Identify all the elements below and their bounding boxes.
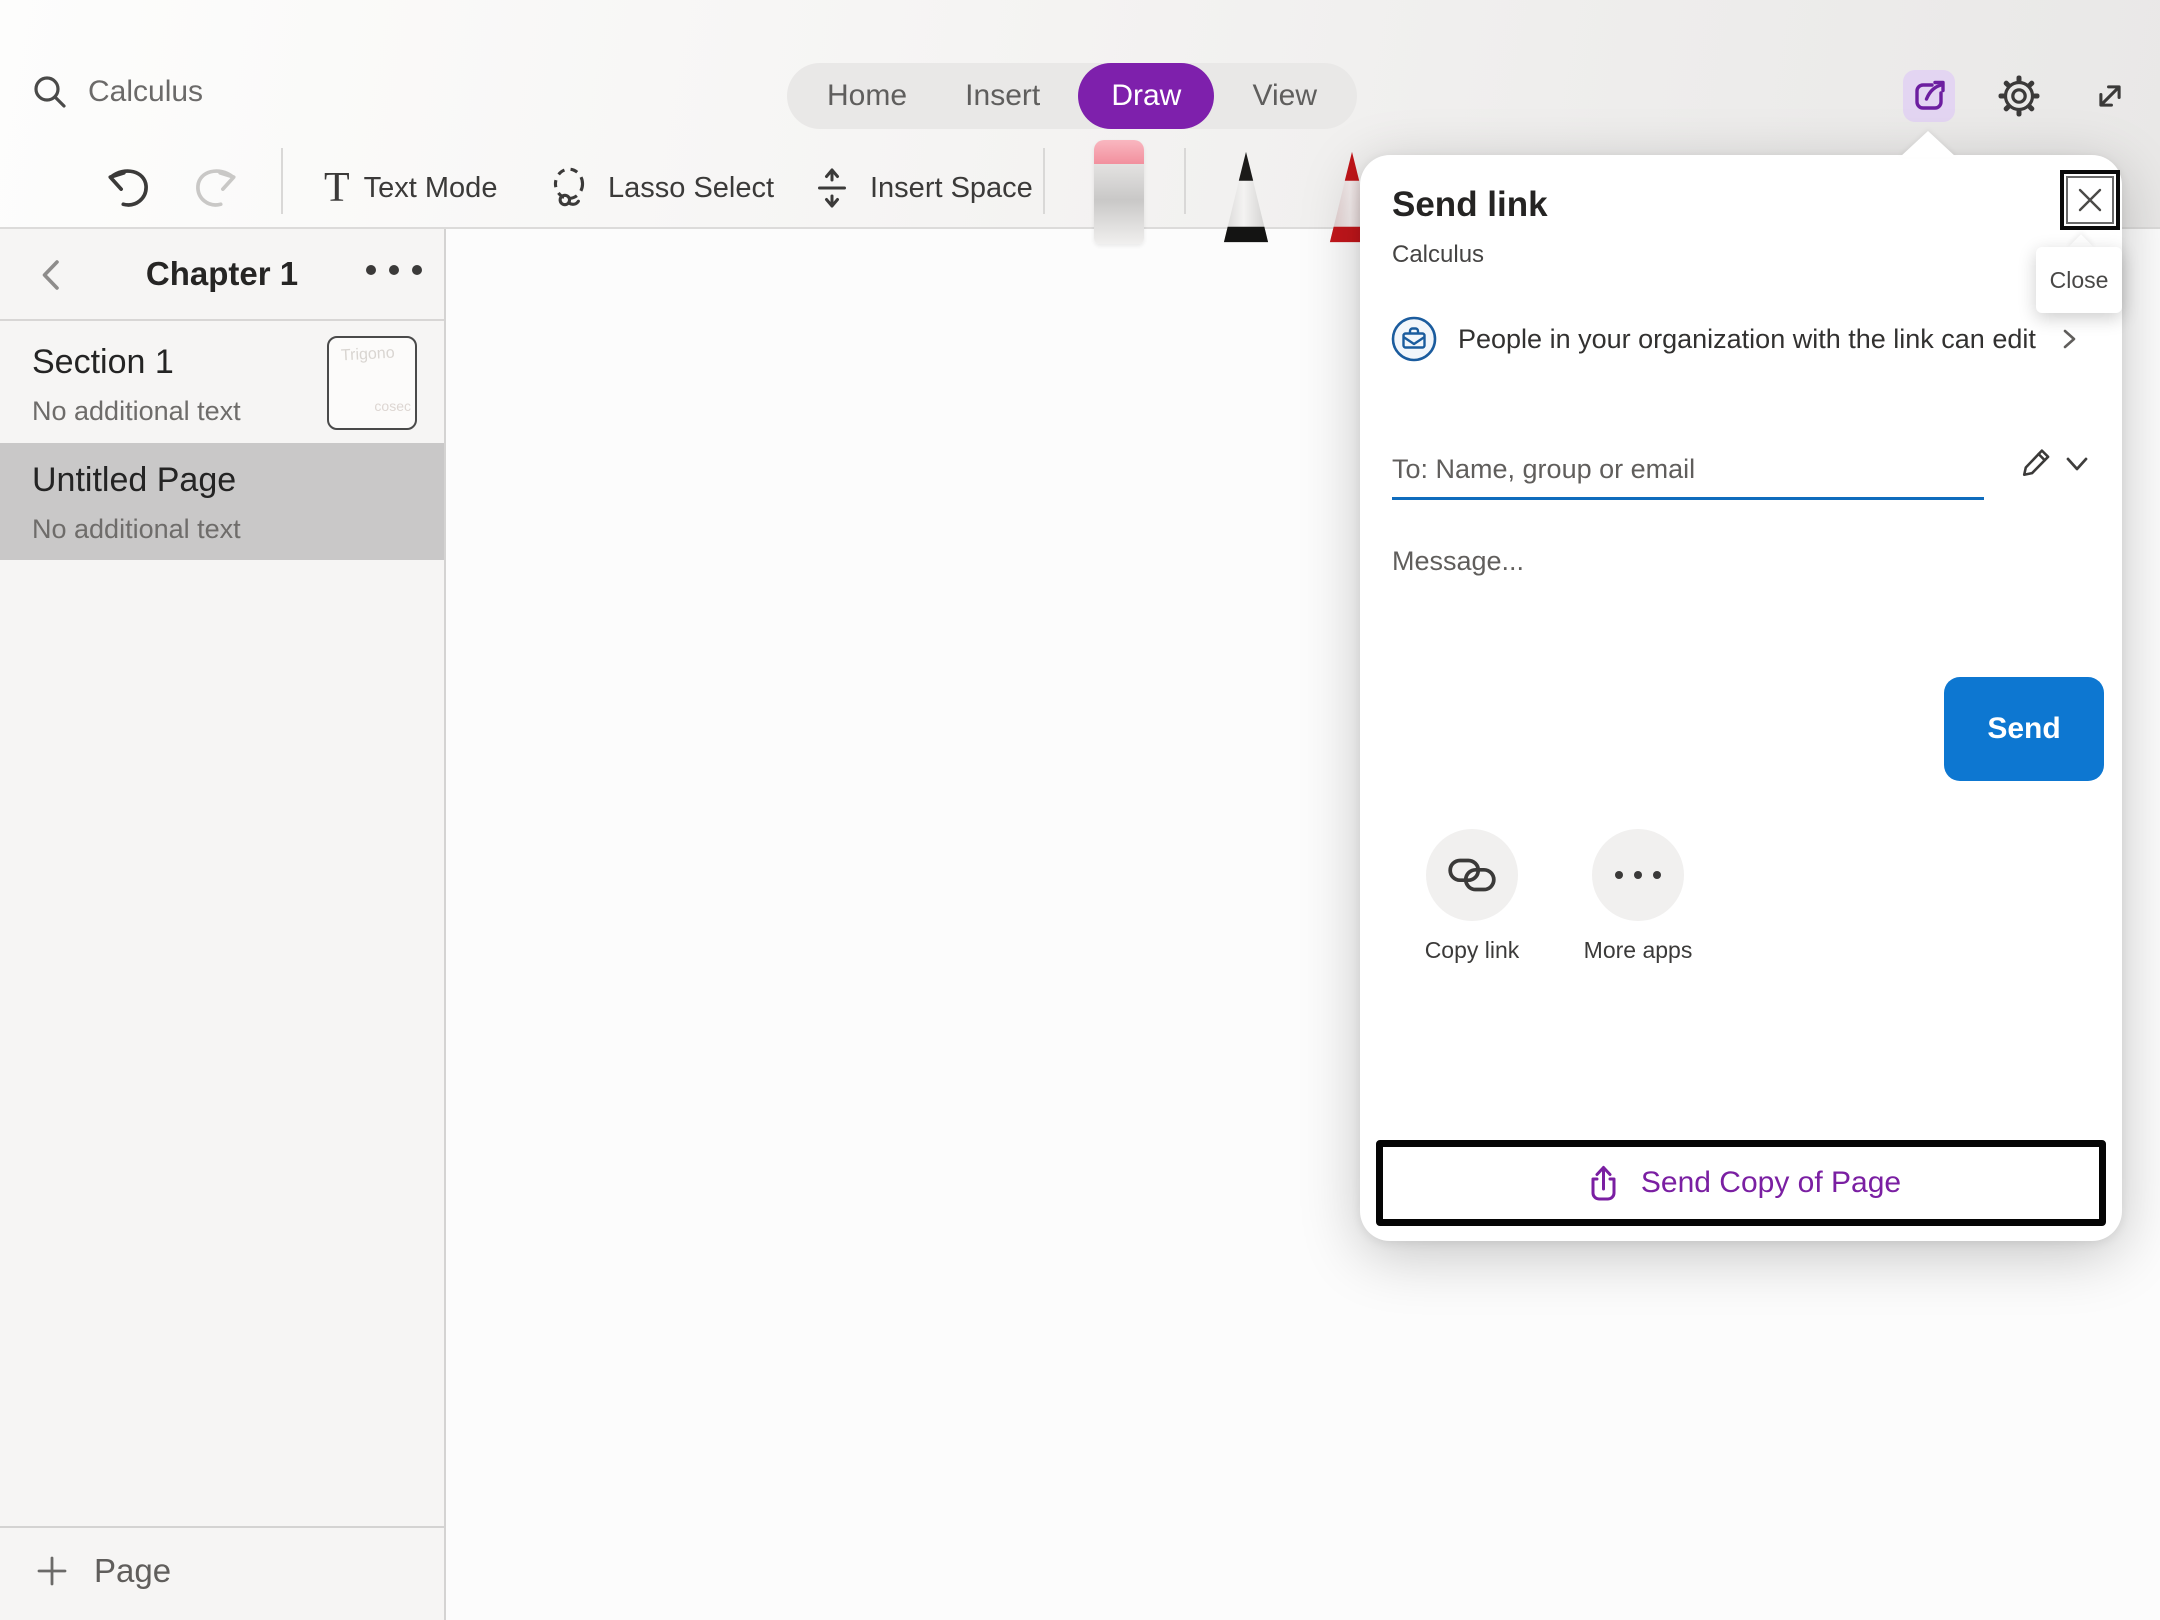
close-icon bbox=[2075, 185, 2105, 215]
ribbon-tab-bar: Home Insert Draw View bbox=[787, 63, 1357, 129]
dialog-title: Send link bbox=[1392, 185, 1548, 225]
sidebar-header: Chapter 1 bbox=[0, 229, 444, 321]
insert-space-label: Insert Space bbox=[870, 172, 1033, 205]
organization-briefcase-icon bbox=[1390, 315, 1438, 363]
edit-permission-button[interactable] bbox=[2016, 441, 2056, 483]
undo-icon bbox=[100, 162, 152, 214]
page-title: Untitled Page bbox=[32, 461, 236, 500]
share-button[interactable] bbox=[1903, 70, 1955, 122]
ellipsis-icon bbox=[1615, 871, 1661, 879]
page-subtitle: No additional text bbox=[32, 514, 241, 545]
close-button-inner bbox=[2066, 176, 2114, 224]
undo-button[interactable] bbox=[100, 150, 152, 226]
page-title: Section 1 bbox=[32, 343, 174, 382]
eraser-body bbox=[1094, 164, 1144, 244]
permission-label: People in your organization with the lin… bbox=[1458, 324, 2036, 355]
more-apps-label: More apps bbox=[1558, 937, 1718, 964]
fullscreen-button[interactable] bbox=[2087, 73, 2133, 119]
page-thumbnail: Trigono cosec bbox=[327, 336, 417, 430]
send-link-dialog: Send link Calculus People in your organi… bbox=[1360, 155, 2122, 1241]
eraser-tool[interactable] bbox=[1094, 140, 1144, 244]
send-copy-label: Send Copy of Page bbox=[1641, 1166, 1901, 1200]
add-page-label: Page bbox=[94, 1552, 171, 1590]
settings-button[interactable] bbox=[1995, 72, 2043, 120]
close-tooltip: Close bbox=[2036, 247, 2122, 313]
close-tooltip-label: Close bbox=[2050, 267, 2109, 294]
ribbon-divider bbox=[1184, 148, 1186, 214]
ribbon-divider bbox=[281, 148, 283, 214]
ribbon-divider bbox=[1043, 148, 1045, 214]
chevron-right-icon bbox=[2056, 326, 2082, 352]
add-page-button[interactable]: Page bbox=[36, 1552, 171, 1590]
text-mode-label: Text Mode bbox=[364, 172, 498, 205]
send-copy-of-page-button[interactable]: Send Copy of Page bbox=[1376, 1140, 2106, 1226]
pencil-icon bbox=[2016, 441, 2056, 483]
black-pen-icon bbox=[1218, 150, 1274, 246]
chevron-down-icon bbox=[2062, 451, 2092, 477]
copy-link-button[interactable] bbox=[1426, 829, 1518, 921]
black-pen-tool[interactable] bbox=[1218, 150, 1274, 246]
plus-icon bbox=[36, 1555, 68, 1587]
page-list-sidebar: Chapter 1 Section 1 No additional text T… bbox=[0, 229, 446, 1620]
page-list-item-untitled-selected[interactable]: Untitled Page No additional text bbox=[0, 443, 444, 560]
insert-space-icon bbox=[808, 164, 856, 212]
link-icon bbox=[1445, 848, 1499, 902]
add-page-row: Page bbox=[0, 1526, 444, 1620]
dialog-popover-arrow bbox=[1900, 131, 1956, 157]
tab-draw[interactable]: Draw bbox=[1078, 63, 1214, 129]
tab-view[interactable]: View bbox=[1253, 79, 1317, 113]
eraser-pink-tip bbox=[1094, 140, 1144, 164]
onenote-app-window: Calculus Home Insert Draw View bbox=[0, 0, 2160, 1620]
send-button[interactable]: Send bbox=[1944, 677, 2104, 781]
tab-insert[interactable]: Insert bbox=[965, 79, 1040, 113]
page-list-item-section1[interactable]: Section 1 No additional text Trigono cos… bbox=[0, 321, 444, 443]
expand-icon bbox=[2087, 73, 2133, 119]
redo-button[interactable] bbox=[192, 150, 244, 226]
close-dialog-button[interactable] bbox=[2060, 170, 2120, 230]
link-permission-setting[interactable]: People in your organization with the lin… bbox=[1390, 315, 2082, 363]
text-mode-button[interactable]: T Text Mode bbox=[324, 150, 497, 226]
search-icon bbox=[30, 72, 70, 112]
tab-home[interactable]: Home bbox=[827, 79, 907, 113]
message-input[interactable] bbox=[1392, 533, 2052, 589]
copy-link-label: Copy link bbox=[1392, 937, 1552, 964]
thumbnail-handwriting: cosec bbox=[374, 398, 411, 414]
notebook-name-label: Calculus bbox=[88, 75, 203, 109]
notebook-search[interactable]: Calculus bbox=[30, 72, 203, 112]
share-icon bbox=[1905, 72, 1953, 120]
lasso-select-label: Lasso Select bbox=[608, 172, 774, 205]
thumbnail-handwriting: Trigono bbox=[341, 345, 396, 366]
recipient-input[interactable] bbox=[1392, 442, 1984, 500]
recipient-dropdown-button[interactable] bbox=[2062, 451, 2092, 477]
gear-icon bbox=[1995, 72, 2043, 120]
text-mode-icon: T bbox=[324, 167, 350, 209]
redo-icon bbox=[192, 162, 244, 214]
more-apps-button[interactable] bbox=[1592, 829, 1684, 921]
send-copy-share-icon bbox=[1581, 1161, 1625, 1205]
dialog-subtitle: Calculus bbox=[1392, 241, 1484, 269]
lasso-select-icon bbox=[544, 163, 594, 213]
section-options-button[interactable] bbox=[366, 265, 422, 275]
lasso-select-button[interactable]: Lasso Select bbox=[544, 150, 774, 226]
page-subtitle: No additional text bbox=[32, 396, 241, 427]
insert-space-button[interactable]: Insert Space bbox=[808, 150, 1033, 226]
